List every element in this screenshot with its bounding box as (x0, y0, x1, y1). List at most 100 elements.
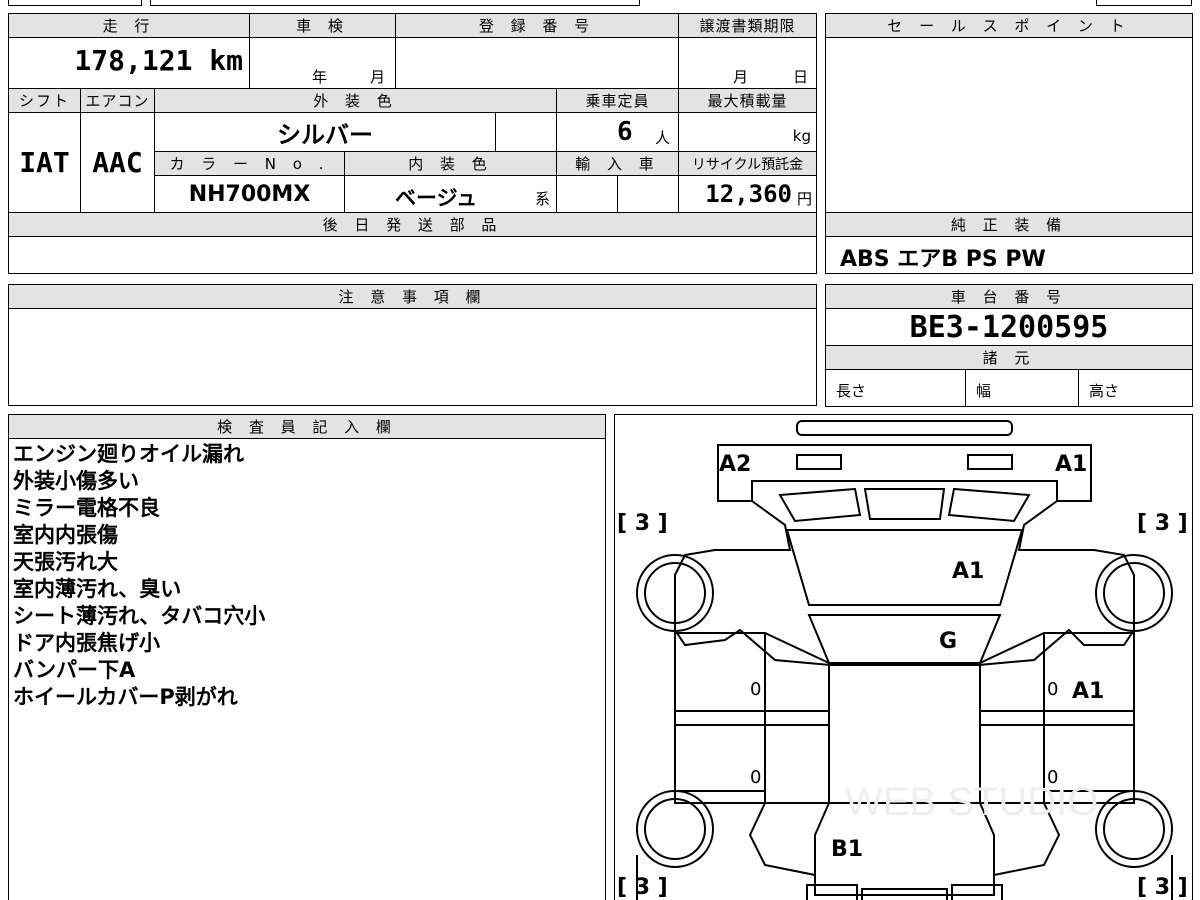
mileage-cell: 178,121 km (8, 37, 250, 89)
recycle-unit: 円 (796, 190, 812, 208)
registration-header: 登 録 番 号 (395, 13, 679, 38)
note-line: 天張汚れ大 (13, 550, 118, 574)
exterior-color-extra (495, 112, 557, 152)
recycle-header: リサイクル預託金 (678, 151, 817, 176)
watermark: WEB STUDIO (845, 780, 1098, 824)
chassis-value: BE3-1200595 (909, 309, 1109, 345)
note-line: 室内内張傷 (13, 523, 118, 547)
sales-point-header: セ ー ル ス ポ イ ン ト (825, 13, 1193, 38)
hood-shape (785, 529, 1024, 606)
exterior-color-value: シルバー (277, 120, 373, 149)
headlight-right-shape (967, 454, 1013, 470)
rear-left-shape (748, 802, 816, 876)
wheel-rl-inner (644, 798, 706, 860)
note-line: 室内薄汚れ、臭い (13, 577, 182, 601)
mark-front-left: A2 (719, 452, 752, 477)
tire-fl-mark: [ 3 ] (617, 511, 668, 536)
front-bumper-shape (796, 420, 1013, 436)
later-parts-header: 後 日 発 送 部 品 (8, 212, 817, 237)
mileage-value: 178,121 km (74, 44, 243, 77)
aircon-value: AAC (92, 146, 143, 179)
mark-front-right: A1 (1055, 452, 1088, 477)
inspection-year-unit: 年 (312, 68, 328, 86)
note-line: エンジン廻りオイル漏れ (13, 442, 244, 466)
color-no-cell: NH700MX (154, 175, 345, 213)
headlight-left-shape (796, 454, 842, 470)
shift-value: IAT (19, 146, 70, 179)
mark-bonnet: A1 (952, 559, 985, 584)
notes-header: 注 意 事 項 欄 (8, 284, 817, 309)
inspection-header: 車 検 (249, 13, 396, 38)
inspector-header: 検 査 員 記 入 欄 (8, 414, 606, 439)
interior-color-value: ベージュ (395, 186, 478, 210)
mark-rear: B1 (831, 837, 864, 862)
interior-color-suffix: 系 (535, 190, 551, 208)
recycle-cell: 12,360 円 (678, 175, 817, 213)
aircon-cell: AAC (80, 112, 155, 213)
door-mark-left-rear: 0 (750, 767, 762, 788)
inspection-month-unit: 月 (370, 68, 386, 86)
grille-left-shape (778, 487, 862, 523)
tire-fr-mark: [ 3 ] (1137, 511, 1188, 536)
chassis-header: 車 台 番 号 (825, 284, 1193, 309)
exterior-color-cell: シルバー (154, 112, 496, 152)
door-mark-right-front: 0 (1047, 679, 1059, 700)
interior-color-cell: ベージュ 系 (344, 175, 557, 213)
capacity-cell: 6 人 (556, 112, 679, 152)
shift-cell: IAT (8, 112, 81, 213)
top-strip-1 (8, 0, 142, 6)
color-no-header: カ ラ ー N o . (154, 151, 345, 176)
grille-center-shape (863, 488, 946, 520)
capacity-unit: 人 (655, 129, 671, 147)
spec-length-cell: 長さ (825, 369, 966, 407)
door-mark-right-rear: 0 (1047, 767, 1059, 788)
mileage-header: 走 行 (8, 13, 250, 38)
shift-header: シフト (8, 88, 81, 113)
note-line: バンパー下A (13, 658, 136, 682)
top-strip-2 (150, 0, 640, 6)
inspection-cell: 年 月 (249, 37, 396, 89)
windshield-shape (807, 614, 1002, 664)
deadline-cell: 月 日 (678, 37, 817, 89)
car-diagram-svg: WEB STUDIO (636, 420, 1173, 900)
import-header: 輸 入 車 (556, 151, 679, 176)
tire-rr-mark: [ 3 ] (1137, 875, 1188, 900)
notes-cell (8, 308, 817, 406)
note-line: ホイールカバーP剥がれ (13, 685, 238, 709)
spec-length-label: 長さ (836, 382, 867, 400)
chassis-cell: BE3-1200595 (825, 308, 1193, 346)
deadline-header: 譲渡書類期限 (678, 13, 817, 38)
specs-header: 諸 元 (825, 345, 1193, 370)
grille-right-shape (947, 487, 1031, 523)
spec-height-cell: 高さ (1078, 369, 1193, 407)
note-line: シート薄汚れ、タバコ穴小 (13, 604, 266, 628)
mark-windshield: G (939, 629, 958, 654)
spec-width-label: 幅 (976, 382, 992, 400)
spec-height-label: 高さ (1089, 382, 1120, 400)
equipment-cell: ABS エアB PS PW (825, 236, 1193, 274)
front-outline-shape (717, 444, 1092, 502)
car-diagram: WEB STUDIO A2 A1 A1 G A1 B1 [ 3 ] [ 3 ] … (614, 414, 1193, 900)
deadline-day-unit: 日 (793, 68, 809, 86)
color-no-value: NH700MX (188, 181, 311, 207)
later-parts-cell (8, 236, 817, 274)
aircon-header: エアコン (80, 88, 155, 113)
body-upper-shape (674, 500, 1135, 666)
top-strip-3 (1096, 0, 1192, 6)
inspector-notes-list: エンジン廻りオイル漏れ 外装小傷多い ミラー電格不良 室内内張傷 天張汚れ大 室… (13, 441, 265, 711)
deadline-month-unit: 月 (733, 68, 749, 86)
genuine-equipment-header: 純 正 装 備 (825, 212, 1193, 237)
max-load-unit: kg (792, 127, 811, 145)
import-cell-2 (617, 175, 679, 213)
spec-width-cell: 幅 (965, 369, 1079, 407)
capacity-value: 6 (617, 117, 633, 147)
tire-rl-mark: [ 3 ] (617, 875, 668, 900)
max-load-header: 最大積載量 (678, 88, 817, 113)
mark-right-doors: A1 (1072, 679, 1105, 704)
exterior-color-header: 外 装 色 (154, 88, 557, 113)
note-line: 外装小傷多い (13, 469, 139, 493)
equipment-value: ABS エアB PS PW (840, 247, 1046, 272)
inspector-notes-cell: エンジン廻りオイル漏れ 外装小傷多い ミラー電格不良 室内内張傷 天張汚れ大 室… (8, 438, 606, 900)
door-mark-left-front: 0 (750, 679, 762, 700)
note-line: ドア内張焦げ小 (13, 631, 160, 655)
